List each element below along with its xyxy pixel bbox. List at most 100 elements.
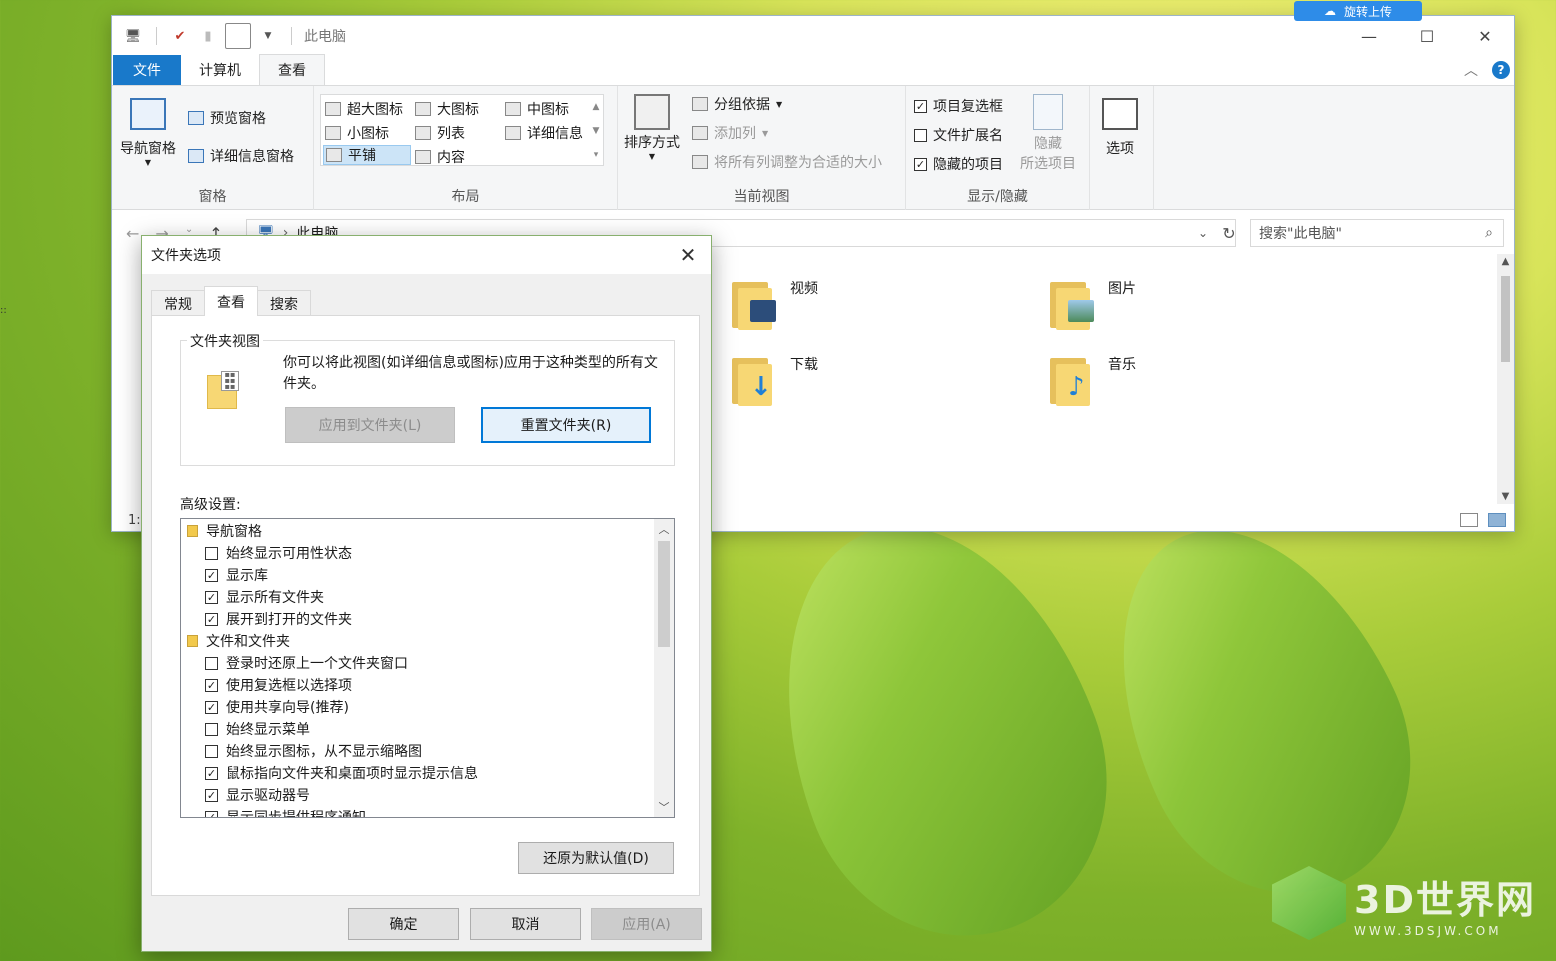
option-checkbox[interactable]: ✓ — [205, 788, 218, 802]
properties-check-icon[interactable]: ✔ — [169, 25, 191, 47]
options-button[interactable]: 选项 — [1102, 98, 1138, 158]
layout-tiles[interactable]: 平铺 — [323, 145, 411, 165]
tree-option[interactable]: ✓ 显示驱动器号 — [181, 784, 674, 806]
tree-option[interactable]: ✓ 使用共享向导(推荐) — [181, 696, 674, 718]
blank-toolbar-button[interactable] — [225, 23, 251, 49]
option-checkbox[interactable]: ✓ — [205, 678, 218, 692]
option-checkbox[interactable] — [205, 744, 218, 758]
refresh-button[interactable]: ↻ — [1218, 219, 1240, 247]
fit-columns-button[interactable]: 将所有列调整为合适的大小 — [692, 152, 882, 172]
apply-button[interactable]: 应用(A) — [591, 908, 702, 940]
scroll-up-icon[interactable]: ▲ — [1497, 256, 1514, 267]
option-checkbox[interactable]: ✓ — [205, 700, 218, 714]
apply-to-folders-button[interactable]: 应用到文件夹(L) — [285, 407, 455, 443]
item-checkboxes-checkbox[interactable]: ✓ — [914, 99, 927, 113]
back-arrow-icon[interactable]: ← — [126, 224, 139, 243]
option-checkbox[interactable] — [205, 722, 218, 736]
large-icons-view-icon[interactable] — [1488, 513, 1506, 527]
scroll-down-icon[interactable]: ﹀ — [654, 799, 674, 815]
option-checkbox[interactable]: ✓ — [205, 810, 218, 817]
tree-option[interactable]: ✓ 使用复选框以选择项 — [181, 674, 674, 696]
computer-icon[interactable]: 🖥 — [122, 25, 144, 47]
hidden-items-checkbox[interactable]: ✓ — [914, 157, 927, 171]
content-scrollbar[interactable]: ▲ ▼ — [1497, 254, 1514, 504]
folder-views-group: 文件夹视图 ▪▪ ▪▪ ▪▪ 你可以将此视图(如详细信息或图标)应用于这种类型的所有… — [180, 331, 675, 466]
folder-item[interactable]: 图片 — [1050, 278, 1136, 330]
preview-pane-button[interactable]: 预览窗格 — [188, 108, 266, 128]
folder-item[interactable]: ↓ 下载 — [732, 354, 818, 406]
tab-computer[interactable]: 计算机 — [181, 55, 259, 85]
panes-group: 导航窗格 ▼ 预览窗格 详细信息窗格 窗格 — [112, 86, 314, 210]
cancel-button[interactable]: 取消 — [470, 908, 581, 940]
help-icon[interactable]: ? — [1492, 61, 1510, 79]
details-pane-button[interactable]: 详细信息窗格 — [188, 146, 294, 166]
tree-option[interactable]: ✓ 显示库 — [181, 564, 674, 586]
search-input[interactable]: 搜索"此电脑" ⌕ — [1250, 219, 1504, 247]
scroll-up-icon[interactable]: ▲ — [593, 102, 600, 112]
layout-large-icons[interactable]: 大图标 — [415, 99, 479, 119]
file-extensions-checkbox[interactable] — [914, 128, 927, 142]
dialog-close-button[interactable]: ✕ — [675, 242, 701, 268]
tree-option[interactable]: 登录时还原上一个文件夹窗口 — [181, 652, 674, 674]
nav-pane-button[interactable]: 导航窗格 ▼ — [120, 98, 176, 167]
dialog-title: 文件夹选项 — [151, 248, 221, 264]
option-checkbox[interactable]: ✓ — [205, 590, 218, 604]
view-tab-panel: 文件夹视图 ▪▪ ▪▪ ▪▪ 你可以将此视图(如详细信息或图标)应用于这种类型的所有… — [151, 315, 700, 896]
folder-item[interactable]: ♪ 音乐 — [1050, 354, 1136, 406]
layout-medium-icons[interactable]: 中图标 — [505, 99, 569, 119]
scroll-thumb[interactable] — [658, 541, 670, 647]
customize-toolbar-chevron-icon[interactable]: ▼ — [257, 25, 279, 47]
tree-option[interactable]: 始终显示可用性状态 — [181, 542, 674, 564]
collapse-ribbon-chevron-icon[interactable]: ︿ — [1464, 60, 1478, 80]
option-checkbox[interactable] — [205, 656, 218, 670]
layout-list[interactable]: 列表 — [415, 123, 465, 143]
tree-scrollbar[interactable]: ︿ ﹀ — [654, 519, 674, 817]
option-checkbox[interactable]: ✓ — [205, 612, 218, 626]
option-checkbox[interactable] — [205, 546, 218, 560]
layout-item-label: 超大图标 — [347, 102, 403, 118]
minimize-button[interactable]: — — [1340, 16, 1398, 56]
sort-by-button[interactable]: 排序方式 ▼ — [624, 94, 680, 161]
tree-option[interactable]: ✓ 显示所有文件夹 — [181, 586, 674, 608]
search-icon[interactable]: ⌕ — [1485, 225, 1493, 241]
layout-small-icons[interactable]: 小图标 — [325, 123, 389, 143]
tree-option[interactable]: 始终显示图标，从不显示缩略图 — [181, 740, 674, 762]
item-checkboxes-label: 项目复选框 — [933, 99, 1003, 115]
item-checkboxes-toggle[interactable]: ✓ 项目复选框 — [914, 96, 1003, 116]
tab-view[interactable]: 查看 — [204, 286, 258, 316]
restore-defaults-button[interactable]: 还原为默认值(D) — [518, 842, 674, 874]
new-folder-icon[interactable]: ▮ — [197, 25, 219, 47]
ok-button[interactable]: 确定 — [348, 908, 459, 940]
scroll-thumb[interactable] — [1501, 276, 1510, 362]
layout-details[interactable]: 详细信息 — [505, 123, 583, 143]
option-checkbox[interactable]: ✓ — [205, 568, 218, 582]
layout-extra-large-icons[interactable]: 超大图标 — [325, 99, 403, 119]
scroll-down-icon[interactable]: ▼ — [1497, 491, 1514, 502]
layout-gallery-scroll[interactable]: ▲ ▼ ▾ — [589, 95, 603, 167]
hidden-items-toggle[interactable]: ✓ 隐藏的项目 — [914, 154, 1003, 174]
tab-general[interactable]: 常规 — [151, 290, 205, 316]
layout-content[interactable]: 内容 — [415, 147, 465, 167]
tab-view[interactable]: 查看 — [259, 54, 325, 85]
layout-gallery: 超大图标 大图标 中图标 小图标 列表 详细信息 平铺 内容 ▲ ▼ ▾ — [320, 94, 604, 166]
tree-option[interactable]: 始终显示菜单 — [181, 718, 674, 740]
address-dropdown-chevron-icon[interactable]: ⌄ — [1198, 226, 1208, 240]
scroll-up-icon[interactable]: ︿ — [654, 521, 674, 537]
details-view-icon[interactable] — [1460, 513, 1478, 527]
folder-item[interactable]: 视频 — [732, 278, 818, 330]
expand-gallery-icon[interactable]: ▾ — [594, 150, 599, 160]
tree-option[interactable]: ✓ 展开到打开的文件夹 — [181, 608, 674, 630]
option-checkbox[interactable]: ✓ — [205, 766, 218, 780]
tab-file[interactable]: 文件 — [113, 55, 181, 85]
hide-selected-button[interactable]: 隐藏 所选项目 — [1020, 94, 1076, 174]
maximize-button[interactable]: ☐ — [1398, 16, 1456, 56]
close-button[interactable]: ✕ — [1456, 16, 1514, 56]
tab-search[interactable]: 搜索 — [257, 290, 311, 316]
tree-option[interactable]: ✓ 鼠标指向文件夹和桌面项时显示提示信息 — [181, 762, 674, 784]
file-extensions-toggle[interactable]: 文件扩展名 — [914, 125, 1003, 145]
group-by-button[interactable]: 分组依据 ▼ — [692, 94, 782, 114]
scroll-down-icon[interactable]: ▼ — [593, 126, 600, 136]
add-column-button[interactable]: 添加列 ▼ — [692, 123, 768, 143]
tree-option[interactable]: ✓ 显示同步提供程序通知 — [181, 806, 674, 817]
reset-folders-button[interactable]: 重置文件夹(R) — [481, 407, 651, 443]
